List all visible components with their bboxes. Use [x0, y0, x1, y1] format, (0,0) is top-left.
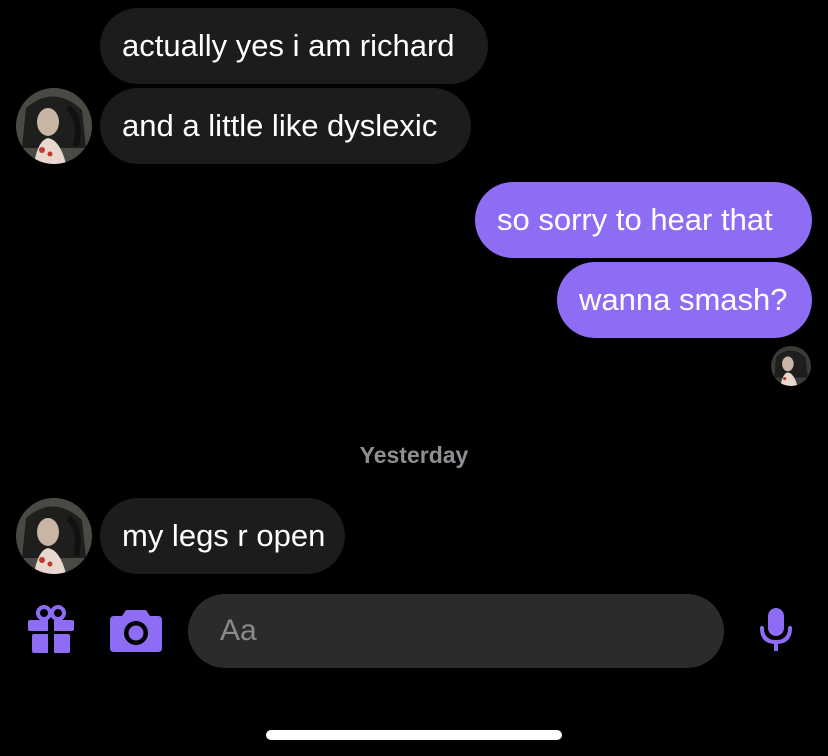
- message-input[interactable]: Aa: [188, 594, 724, 668]
- contact-avatar[interactable]: [16, 498, 92, 574]
- avatar-image: [16, 88, 92, 164]
- gift-icon[interactable]: [26, 604, 76, 654]
- avatar-image: [16, 498, 92, 574]
- avatar-image: [771, 346, 811, 386]
- message-bubble-incoming[interactable]: my legs r open: [100, 498, 345, 574]
- message-text: actually yes i am richard: [122, 28, 455, 63]
- message-bubble-incoming[interactable]: and a little like dyslexic: [100, 88, 471, 164]
- microphone-icon[interactable]: [758, 606, 794, 654]
- read-receipt-avatar: [771, 346, 811, 386]
- date-separator: Yesterday: [359, 442, 469, 468]
- message-text: my legs r open: [122, 518, 326, 553]
- message-text: so sorry to hear that: [497, 202, 773, 237]
- message-input-placeholder: Aa: [220, 614, 257, 647]
- camera-icon[interactable]: [108, 606, 164, 654]
- contact-avatar[interactable]: [16, 88, 92, 164]
- message-bubble-incoming[interactable]: actually yes i am richard: [100, 8, 488, 84]
- message-bubble-outgoing[interactable]: wanna smash?: [557, 262, 812, 338]
- message-bubble-outgoing[interactable]: so sorry to hear that: [475, 182, 812, 258]
- message-text: and a little like dyslexic: [122, 108, 438, 143]
- home-indicator[interactable]: [266, 730, 562, 740]
- message-text: wanna smash?: [579, 282, 788, 317]
